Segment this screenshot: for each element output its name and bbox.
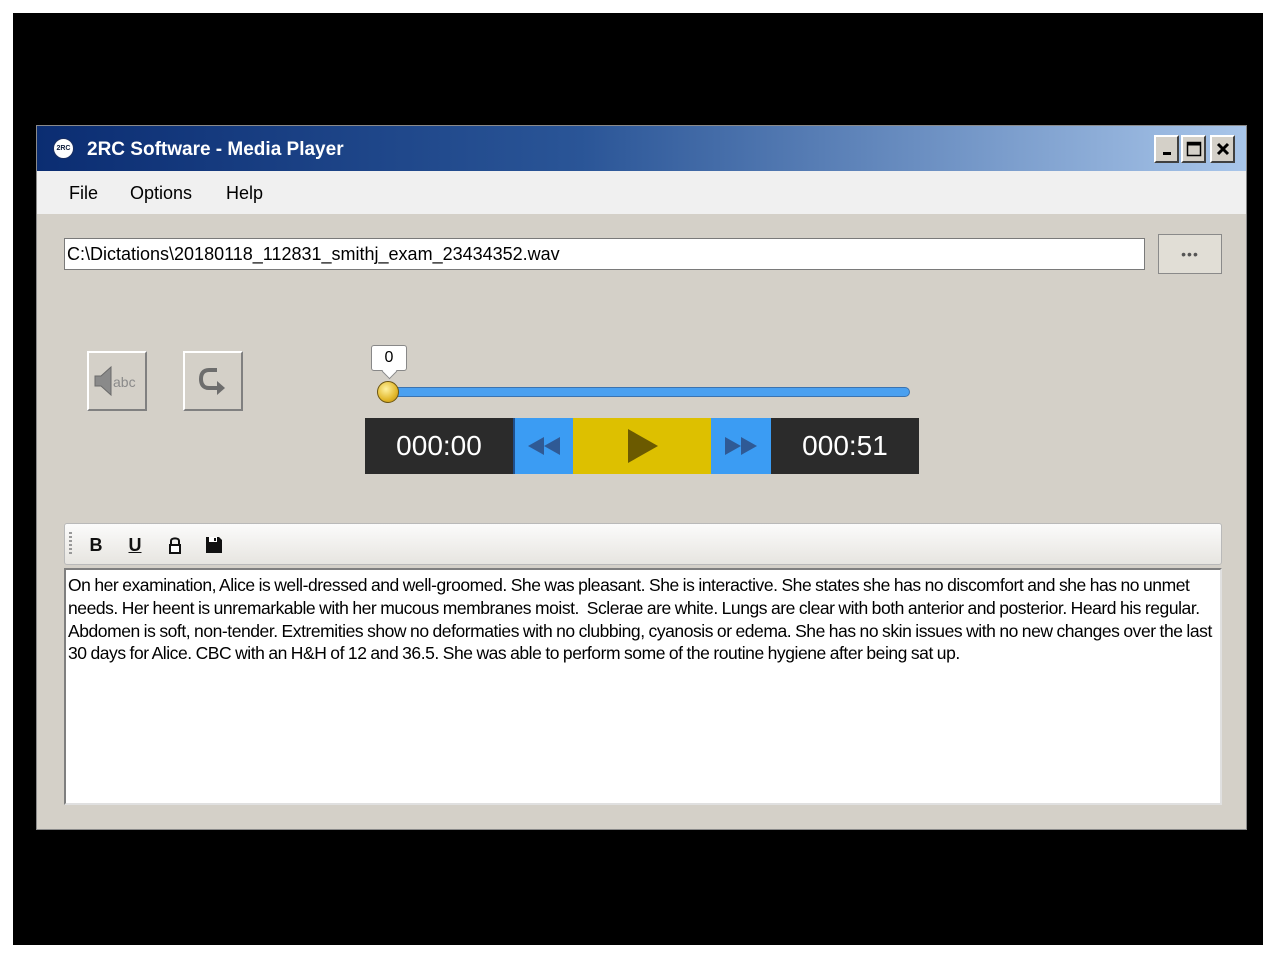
speaker-abc-icon: abc [94,365,136,397]
svg-text:abc: abc [113,374,136,390]
play-icon [628,429,658,463]
playback-controls: 000:00 000:51 [365,418,919,474]
file-path-input[interactable] [64,238,1145,270]
bold-button[interactable]: B [85,533,107,557]
maximize-icon [1186,141,1201,157]
lock-icon [169,537,181,554]
play-button[interactable] [573,418,711,474]
app-logo-icon: 2RC [53,138,74,159]
minimize-icon [1162,152,1171,155]
toolbar-grip[interactable] [69,532,72,556]
fast-forward-button[interactable] [711,418,771,474]
seek-slider-thumb[interactable] [377,381,399,403]
save-icon [206,537,222,553]
browse-button[interactable]: ••• [1158,234,1222,274]
menu-help[interactable]: Help [226,183,263,204]
menu-options[interactable]: Options [130,183,192,204]
underline-button[interactable]: U [124,533,146,557]
minimize-button[interactable] [1154,135,1179,163]
total-time-display: 000:51 [771,418,919,474]
menu-bar: File Options Help [37,171,1246,214]
save-button[interactable] [203,533,225,557]
title-bar[interactable]: 2RC 2RC Software - Media Player [37,126,1246,171]
current-time-display: 000:00 [365,418,513,474]
media-player-window: 2RC 2RC Software - Media Player File Opt… [36,125,1247,830]
redo-button[interactable] [183,351,243,411]
lock-button[interactable] [164,533,186,557]
transcription-text-area[interactable]: On her examination, Alice is well-dresse… [64,568,1222,805]
seek-slider-track[interactable] [383,387,910,397]
editor-toolbar: B U [64,523,1222,565]
close-icon [1216,142,1229,156]
redo-arrow-icon [198,368,225,395]
menu-file[interactable]: File [69,183,98,204]
maximize-button[interactable] [1181,135,1206,163]
fast-forward-icon [725,437,757,455]
close-button[interactable] [1210,135,1235,163]
window-title: 2RC Software - Media Player [87,139,344,160]
speak-text-button[interactable]: abc [87,351,147,411]
slider-position-tooltip: 0 [371,345,407,371]
rewind-icon [528,437,560,455]
rewind-button[interactable] [513,418,573,474]
